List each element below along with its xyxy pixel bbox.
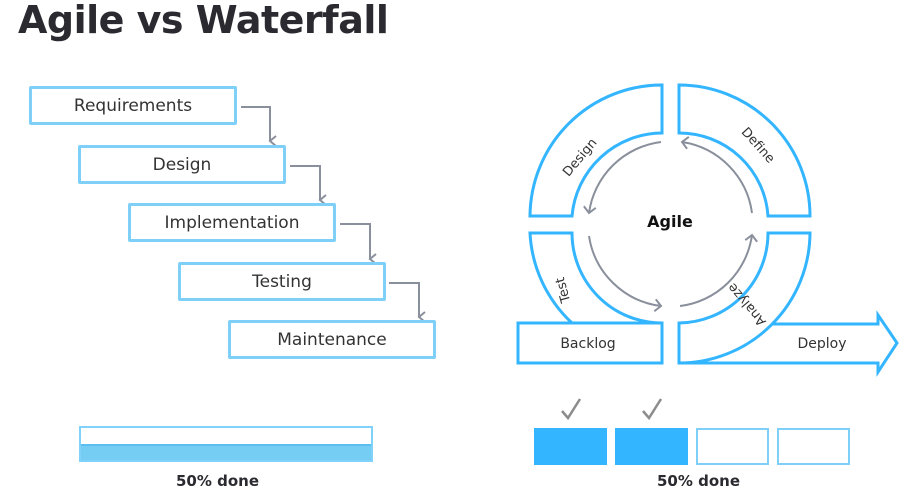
agile-center-label: Agile (647, 212, 693, 231)
progress-block-pending (696, 428, 769, 465)
agile-cycle-diagram: Design Define Test Analyze Backlog Deplo… (516, 83, 899, 378)
deploy-label: Deploy (797, 336, 846, 352)
agile-progress-label: 50% done (657, 472, 741, 490)
agile-segment-test (528, 231, 663, 325)
cycle-arrow-design-to-test (588, 235, 663, 313)
backlog-label: Backlog (560, 336, 615, 352)
progress-block-pending (777, 428, 850, 465)
agile-segment-define (677, 83, 812, 218)
progress-block-done (615, 428, 688, 465)
progress-block-done (534, 428, 607, 465)
check-icon (642, 398, 663, 421)
check-icon (561, 398, 582, 421)
